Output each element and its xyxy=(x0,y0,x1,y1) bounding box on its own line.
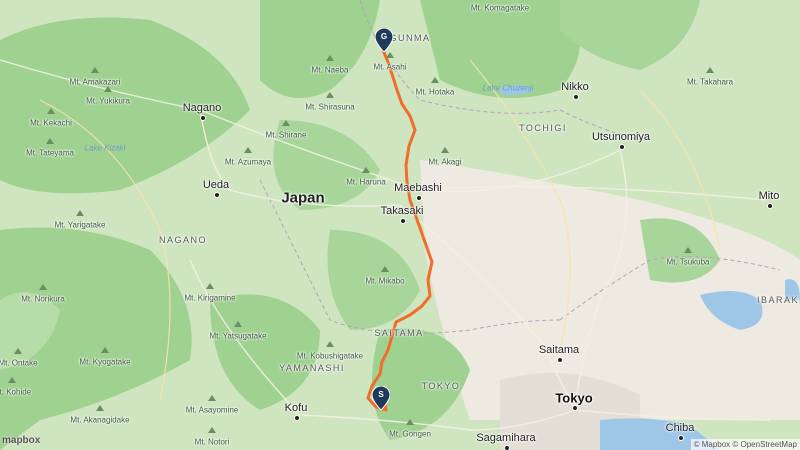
mountain-peak-icon xyxy=(91,67,99,73)
start-marker-icon[interactable]: S xyxy=(372,386,390,410)
mountain-peak-icon xyxy=(101,347,109,353)
mountain-peak-icon xyxy=(244,147,252,153)
mountain-peak-icon xyxy=(47,108,55,114)
mountain-peak-icon xyxy=(326,55,334,61)
start-marker-label: S xyxy=(378,390,384,399)
mountain-peak-icon xyxy=(206,283,214,289)
mountain-peak-icon xyxy=(362,167,370,173)
city-dot-icon xyxy=(294,415,300,421)
city-dot-icon xyxy=(557,357,563,363)
mountain-peak-icon xyxy=(406,419,414,425)
goal-marker-label: G xyxy=(380,32,388,41)
mountain-peak-icon xyxy=(39,284,47,290)
mountain-peak-icon xyxy=(76,210,84,216)
mountain-peak-icon xyxy=(46,138,54,144)
goal-marker-icon[interactable]: G xyxy=(375,28,393,52)
mountain-peak-icon xyxy=(208,427,216,433)
city-dot-icon xyxy=(678,435,684,441)
mountain-peak-icon xyxy=(8,377,16,383)
mountain-peak-icon xyxy=(431,77,439,83)
city-dot-icon xyxy=(200,115,206,121)
city-dot-icon xyxy=(573,94,579,100)
city-dot-icon xyxy=(619,144,625,150)
city-dot-icon xyxy=(504,445,510,450)
mountain-peak-icon xyxy=(234,321,242,327)
city-dot-icon xyxy=(400,218,406,224)
map-base xyxy=(0,0,800,450)
mountain-peak-icon xyxy=(706,67,714,73)
map-attribution[interactable]: © Mapbox © OpenStreetMap xyxy=(690,439,800,450)
city-dot-icon xyxy=(416,195,422,201)
mapbox-logo: mapbox xyxy=(2,435,41,446)
mountain-peak-icon xyxy=(282,120,290,126)
mountain-peak-icon xyxy=(96,405,104,411)
mountain-peak-icon xyxy=(386,52,394,58)
mountain-peak-icon xyxy=(208,395,216,401)
city-dot-icon xyxy=(214,192,220,198)
map-canvas[interactable]: Japan GUNMA TOCHIGI NAGANO SAITAMA YAMANASHI T… xyxy=(0,0,800,450)
mountain-peak-icon xyxy=(441,147,449,153)
mountain-peak-icon xyxy=(381,266,389,272)
mountain-peak-icon xyxy=(684,247,692,253)
mountain-peak-icon xyxy=(14,348,22,354)
mountain-peak-icon xyxy=(326,92,334,98)
city-dot-icon xyxy=(767,203,773,209)
city-dot-icon xyxy=(572,405,578,411)
mountain-peak-icon xyxy=(326,341,334,347)
mountain-peak-icon xyxy=(104,86,112,92)
